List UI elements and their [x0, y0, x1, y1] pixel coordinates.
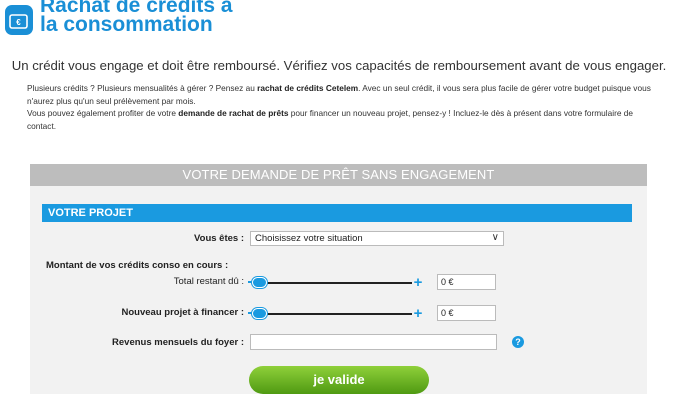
revenus-label: Revenus mensuels du foyer : — [112, 337, 244, 348]
intro-highlight-1: rachat de crédits Cetelem — [257, 83, 359, 93]
svg-text:€: € — [16, 18, 21, 27]
total-amount-input[interactable]: 0 € — [437, 274, 496, 290]
slider-thumb[interactable] — [252, 308, 267, 319]
page-header: € Rachat de crédits à la consommation — [0, 0, 678, 40]
situation-label: Vous êtes : — [194, 233, 244, 244]
slider-track — [252, 282, 412, 284]
montant-label: Montant de vos crédits conso en cours : — [46, 260, 229, 271]
projet-slider[interactable]: + — [248, 306, 424, 321]
chevron-down-icon: ∨ — [491, 232, 499, 243]
wallet-icon: € — [5, 5, 33, 35]
page-title: Rachat de crédits à la consommation — [40, 0, 233, 36]
situation-select[interactable]: Choisissez votre situation ∨ — [250, 231, 504, 246]
slider-thumb[interactable] — [252, 277, 267, 288]
plus-icon[interactable]: + — [412, 306, 424, 321]
section-title: VOTRE PROJET — [42, 204, 632, 222]
projet-label: Nouveau projet à financer : — [121, 307, 244, 318]
revenus-input[interactable] — [250, 334, 497, 350]
plus-icon[interactable]: + — [412, 275, 424, 290]
intro-highlight-2: demande de rachat de prêts — [178, 108, 289, 119]
situation-select-value: Choisissez votre situation — [255, 233, 363, 244]
total-slider[interactable]: + — [248, 275, 424, 290]
intro-paragraph-2: Vous pouvez également profiter de votre … — [27, 108, 634, 131]
intro-paragraph-1: Plusieurs crédits ? Plusieurs mensualité… — [27, 83, 651, 106]
intro-text: Plusieurs crédits ? Plusieurs mensualité… — [27, 82, 655, 132]
warning-tagline: Un crédit vous engage et doit être rembo… — [11, 58, 667, 73]
slider-track — [252, 313, 412, 315]
total-label: Total restant dû : — [173, 276, 244, 287]
form-header: VOTRE DEMANDE DE PRÊT SANS ENGAGEMENT — [30, 164, 647, 186]
page-title-line2: la consommation — [40, 13, 213, 36]
loan-request-form: VOTRE DEMANDE DE PRÊT SANS ENGAGEMENT VO… — [30, 164, 647, 394]
help-icon[interactable]: ? — [512, 336, 524, 348]
projet-amount-input[interactable]: 0 € — [437, 305, 496, 321]
submit-button[interactable]: je valide — [249, 366, 429, 394]
